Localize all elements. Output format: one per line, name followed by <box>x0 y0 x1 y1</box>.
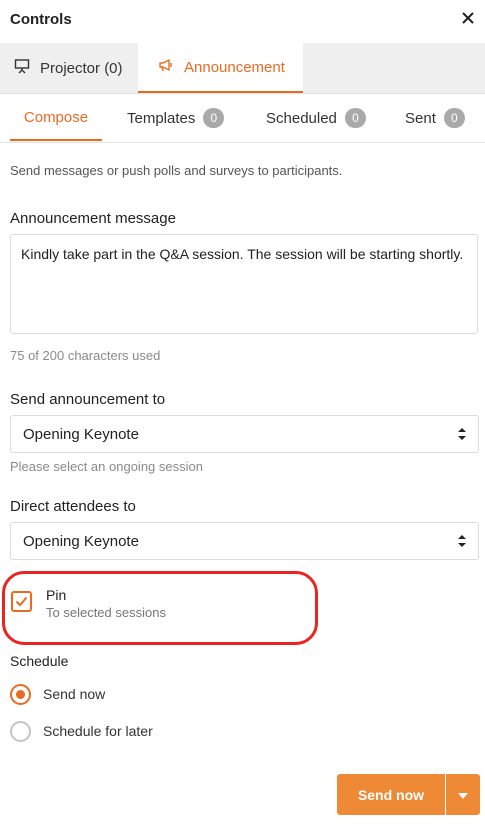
select-chevron-icon <box>457 427 467 445</box>
panel-description: Send messages or push polls and surveys … <box>10 163 343 178</box>
tab-announcement-label: Announcement <box>184 58 285 76</box>
direct-to-select[interactable]: Opening Keynote <box>10 522 479 560</box>
tab-projector[interactable]: Projector (0) <box>0 43 138 93</box>
send-now-radio[interactable] <box>10 684 31 705</box>
select-chevron-icon <box>457 534 467 552</box>
top-tab-bar: Projector (0) Announcement <box>0 43 485 94</box>
sub-tab-bar: Compose Templates 0 Scheduled 0 Sent 0 <box>0 95 485 143</box>
send-to-value: Opening Keynote <box>23 425 139 443</box>
check-icon <box>15 596 28 607</box>
send-to-label: Send announcement to <box>10 391 166 408</box>
send-to-helper: Please select an ongoing session <box>10 459 203 474</box>
scheduled-count-badge: 0 <box>344 108 366 128</box>
schedule-later-label[interactable]: Schedule for later <box>43 723 153 739</box>
schedule-label: Schedule <box>10 653 69 669</box>
send-to-select[interactable]: Opening Keynote <box>10 415 479 453</box>
tab-compose-label: Compose <box>23 108 89 126</box>
message-textarea[interactable]: Kindly take part in the Q&A session. The… <box>10 234 478 334</box>
send-now-button[interactable]: Send now <box>337 774 445 815</box>
projector-icon <box>14 58 40 78</box>
megaphone-icon <box>158 58 184 76</box>
sent-count-badge: 0 <box>443 108 465 128</box>
panel-title: Controls <box>10 11 72 28</box>
close-icon[interactable] <box>459 9 477 27</box>
tab-scheduled-label: Scheduled <box>266 109 337 127</box>
message-label: Announcement message <box>10 210 176 227</box>
direct-to-label: Direct attendees to <box>10 498 136 515</box>
tab-announcement[interactable]: Announcement <box>138 43 303 93</box>
pin-checkbox[interactable] <box>11 591 32 612</box>
templates-count-badge: 0 <box>203 108 225 128</box>
tab-templates[interactable]: Templates 0 <box>127 95 225 141</box>
pin-sublabel: To selected sessions <box>46 605 166 620</box>
tab-sent[interactable]: Sent 0 <box>405 95 465 141</box>
tab-scheduled[interactable]: Scheduled 0 <box>266 95 366 141</box>
char-counter: 75 of 200 characters used <box>10 348 161 363</box>
tab-projector-label: Projector (0) <box>40 59 123 77</box>
tab-sent-label: Sent <box>405 109 436 127</box>
schedule-later-radio[interactable] <box>10 721 31 742</box>
direct-to-value: Opening Keynote <box>23 532 139 550</box>
tab-templates-label: Templates <box>127 109 196 127</box>
pin-label: Pin <box>46 587 67 603</box>
tab-compose[interactable]: Compose <box>10 95 102 141</box>
send-options-button[interactable] <box>446 774 480 815</box>
caret-down-icon <box>458 786 468 804</box>
send-now-label[interactable]: Send now <box>43 686 105 702</box>
